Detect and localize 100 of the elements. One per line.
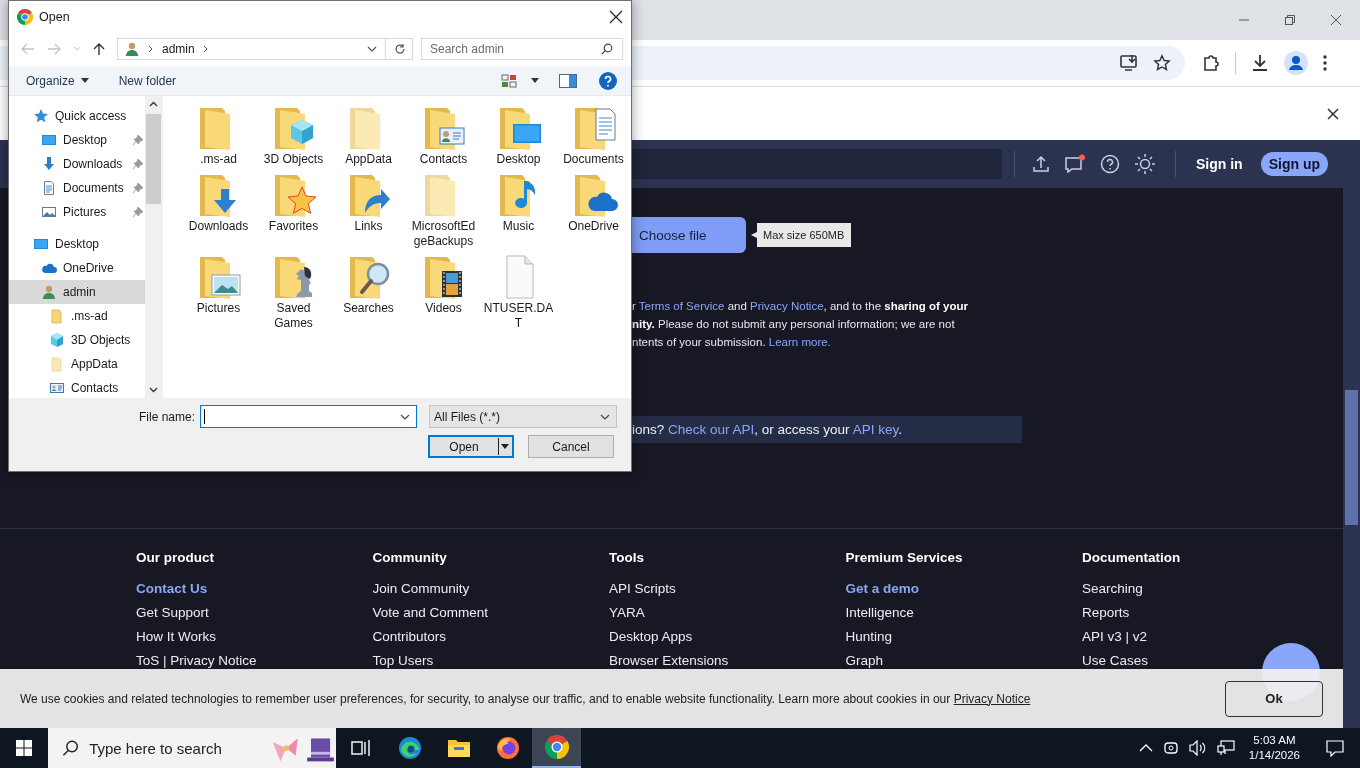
file-item[interactable]: AppData bbox=[331, 104, 406, 167]
footer-link[interactable]: Hunting bbox=[845, 625, 893, 649]
file-item[interactable]: MicrosoftEdgeBackups bbox=[406, 171, 481, 249]
link[interactable]: Privacy Notice bbox=[750, 300, 824, 312]
footer-link[interactable]: Reports bbox=[1082, 601, 1130, 625]
link[interactable]: Check our API bbox=[668, 422, 755, 437]
scrollbar[interactable] bbox=[1343, 140, 1360, 728]
network-icon[interactable] bbox=[1216, 740, 1235, 756]
file-item[interactable]: Contacts bbox=[406, 104, 481, 167]
footer-link[interactable]: Desktop Apps bbox=[609, 625, 693, 649]
footer-link[interactable]: Intelligence bbox=[845, 601, 914, 625]
chevron-down-icon[interactable] bbox=[367, 46, 377, 52]
footer-link[interactable]: Join Community bbox=[372, 577, 470, 601]
footer-link[interactable]: Get a demo bbox=[845, 577, 920, 601]
preview-pane-icon[interactable] bbox=[559, 73, 577, 88]
breadcrumb[interactable]: admin bbox=[162, 42, 195, 56]
tree-item[interactable]: OneDrive bbox=[9, 256, 145, 280]
tree-item[interactable]: Desktop bbox=[9, 128, 145, 152]
tree-item[interactable]: 3D Objects bbox=[9, 328, 145, 352]
file-item[interactable]: Saved Games bbox=[256, 253, 331, 331]
footer-link[interactable]: Graph bbox=[845, 649, 884, 673]
chat-icon[interactable] bbox=[1064, 154, 1086, 174]
clock-date[interactable]: 1/14/2026 bbox=[1248, 748, 1300, 763]
sun-icon[interactable] bbox=[1134, 153, 1156, 175]
link[interactable]: Terms of Service bbox=[638, 300, 725, 312]
chevron-right-icon[interactable] bbox=[202, 45, 209, 53]
ok-button[interactable]: Ok bbox=[1225, 680, 1323, 717]
file-item[interactable]: Pictures bbox=[181, 253, 256, 331]
up-arrow-icon[interactable] bbox=[93, 42, 105, 56]
tree-item[interactable]: .ms-ad bbox=[9, 304, 145, 328]
cancel-button[interactable]: Cancel bbox=[528, 435, 614, 458]
tree-item[interactable]: Documents bbox=[9, 176, 145, 200]
footer-link[interactable]: Get Support bbox=[136, 601, 209, 625]
privacy-notice-link[interactable]: Privacy Notice bbox=[953, 691, 1031, 706]
download-icon[interactable] bbox=[1250, 53, 1270, 73]
sign-in-link[interactable]: Sign in bbox=[1196, 156, 1243, 172]
footer-link[interactable]: YARA bbox=[609, 601, 645, 625]
view-options-icon[interactable] bbox=[501, 73, 517, 88]
star-icon[interactable] bbox=[1153, 54, 1171, 72]
file-item[interactable]: Links bbox=[331, 171, 406, 249]
notification-icon[interactable] bbox=[1326, 739, 1344, 757]
choose-file-button[interactable]: Choose file bbox=[632, 217, 746, 253]
footer-link[interactable]: Use Cases bbox=[1082, 649, 1149, 673]
footer-link[interactable]: Contact Us bbox=[136, 577, 208, 601]
tree-item[interactable]: Downloads bbox=[9, 152, 145, 176]
address-bar[interactable]: admin bbox=[117, 38, 413, 60]
footer-link[interactable]: How It Works bbox=[136, 625, 216, 649]
windows-start-icon[interactable] bbox=[16, 740, 32, 756]
caret-icon[interactable] bbox=[531, 78, 539, 83]
search-field[interactable] bbox=[632, 149, 1002, 179]
footer-link[interactable]: Searching bbox=[1082, 577, 1143, 601]
tree-item[interactable]: Desktop bbox=[9, 232, 145, 256]
footer-link[interactable]: Top Users bbox=[372, 649, 434, 673]
chevron-down-icon[interactable] bbox=[400, 413, 411, 420]
sign-up-button[interactable]: Sign up bbox=[1260, 152, 1328, 176]
file-item[interactable]: .ms-ad bbox=[181, 104, 256, 167]
help-icon[interactable] bbox=[599, 71, 617, 90]
tree-item[interactable]: admin bbox=[9, 280, 145, 304]
footer-link[interactable]: ToS | Privacy Notice bbox=[136, 649, 257, 673]
footer-link[interactable]: Contributors bbox=[372, 625, 447, 649]
footer-link[interactable]: Vote and Comment bbox=[372, 601, 489, 625]
file-item[interactable]: NTUSER.DAT bbox=[481, 253, 556, 331]
file-item[interactable]: Desktop bbox=[481, 104, 556, 167]
footer-link[interactable]: API v3 | v2 bbox=[1082, 625, 1148, 649]
profile-icon[interactable] bbox=[1284, 51, 1308, 75]
tree-item[interactable]: Pictures bbox=[9, 200, 145, 224]
chevron-down-icon[interactable] bbox=[149, 387, 158, 393]
search-field[interactable]: Search admin bbox=[421, 38, 623, 60]
new-folder-button[interactable]: New folder bbox=[118, 73, 177, 88]
caret-icon[interactable] bbox=[501, 444, 509, 449]
tree-item[interactable]: Quick access bbox=[9, 104, 145, 128]
link[interactable]: Learn more. bbox=[768, 336, 831, 348]
chevron-up-icon[interactable] bbox=[149, 101, 158, 107]
puzzle-piece-icon[interactable] bbox=[1201, 53, 1221, 73]
caret-icon[interactable] bbox=[80, 78, 89, 83]
speaker-icon[interactable] bbox=[1188, 740, 1207, 756]
close-icon[interactable] bbox=[1327, 107, 1339, 120]
file-item[interactable]: 3D Objects bbox=[256, 104, 331, 167]
file-item[interactable]: Videos bbox=[406, 253, 481, 331]
search-input[interactable]: Type here to search bbox=[87, 738, 262, 758]
open-button[interactable]: Open bbox=[428, 435, 514, 458]
camera-icon[interactable] bbox=[1162, 740, 1179, 756]
close-icon[interactable] bbox=[609, 9, 623, 24]
file-item[interactable]: Searches bbox=[331, 253, 406, 331]
file-item[interactable]: Music bbox=[481, 171, 556, 249]
file-item[interactable]: Downloads bbox=[181, 171, 256, 249]
restore-icon[interactable] bbox=[1284, 14, 1296, 26]
taskbar-app-button[interactable] bbox=[532, 728, 581, 768]
file-name-field[interactable] bbox=[200, 405, 418, 428]
file-item[interactable]: OneDrive bbox=[556, 171, 631, 249]
install-app-icon[interactable] bbox=[1119, 53, 1139, 73]
tree-item[interactable]: AppData bbox=[9, 352, 145, 376]
organize-button[interactable]: Organize bbox=[26, 73, 75, 88]
footer-link[interactable]: Browser Extensions bbox=[609, 649, 729, 673]
scrollbar[interactable] bbox=[145, 96, 162, 398]
menu-icon[interactable] bbox=[1322, 54, 1328, 72]
file-item[interactable]: Documents bbox=[556, 104, 631, 167]
clock-time[interactable]: 5:03 AM bbox=[1253, 733, 1296, 748]
tree-item[interactable]: Contacts bbox=[9, 376, 145, 398]
file-type-dropdown[interactable]: All Files (*.*) bbox=[429, 405, 618, 428]
